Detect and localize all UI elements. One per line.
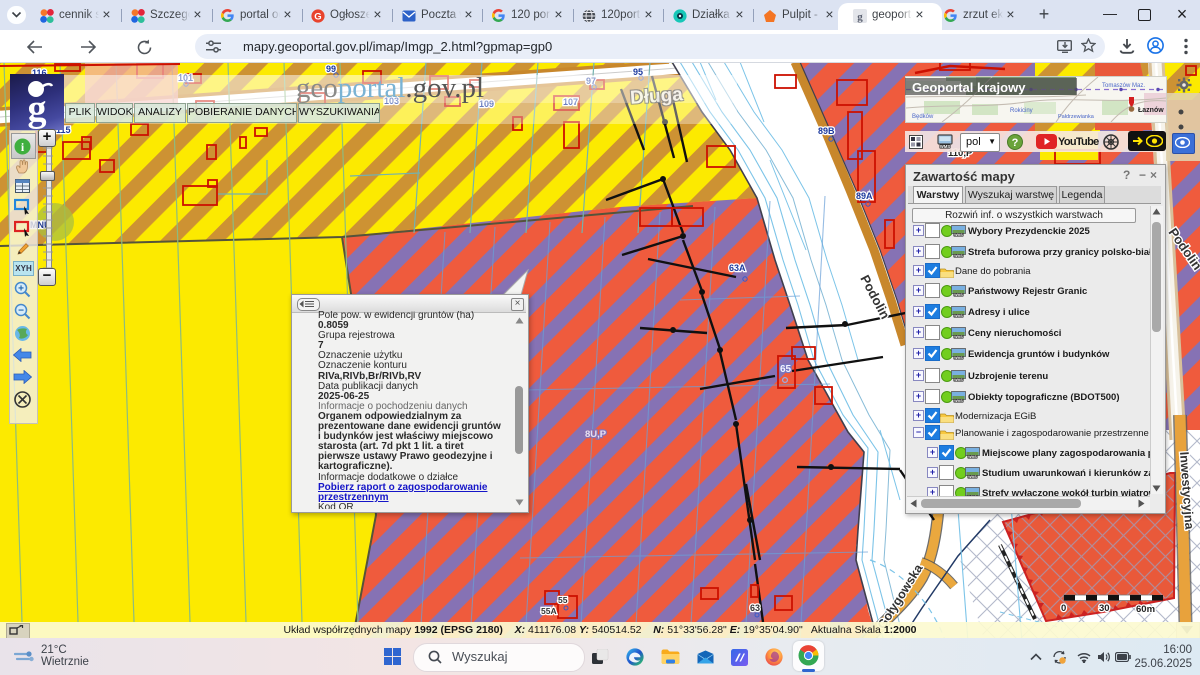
svg-text:g: g xyxy=(28,88,47,130)
svg-text:Łaznów: Łaznów xyxy=(1138,107,1164,114)
svg-text:63: 63 xyxy=(750,603,760,613)
svg-text:?: ? xyxy=(1012,137,1019,149)
svg-text:30: 30 xyxy=(1099,603,1110,614)
svg-text:65: 65 xyxy=(780,364,792,375)
svg-text:89B: 89B xyxy=(818,126,835,136)
svg-text:+: + xyxy=(18,284,24,295)
svg-text:55A: 55A xyxy=(541,606,557,616)
svg-text:WMS: WMS xyxy=(954,335,963,339)
svg-text:Będków: Będków xyxy=(912,114,934,120)
svg-text:8U,P: 8U,P xyxy=(585,429,607,440)
svg-text:WMS: WMS xyxy=(968,455,977,459)
svg-text:WMS: WMS xyxy=(954,378,963,382)
svg-text:WMS: WMS xyxy=(954,254,963,258)
svg-text:Pałdrzewianka: Pałdrzewianka xyxy=(1058,114,1095,120)
svg-text:89A: 89A xyxy=(856,191,873,201)
svg-text:WMS: WMS xyxy=(954,293,963,297)
svg-text:WMS: WMS xyxy=(954,356,963,360)
svg-text:WMS: WMS xyxy=(968,475,977,479)
svg-text:63A: 63A xyxy=(729,263,746,273)
svg-text:55: 55 xyxy=(558,595,568,605)
svg-text:g: g xyxy=(857,11,863,23)
svg-text:WMS: WMS xyxy=(954,314,963,318)
svg-text:Rokiciny: Rokiciny xyxy=(1010,108,1033,114)
svg-text:60m: 60m xyxy=(1136,604,1155,615)
svg-text:0: 0 xyxy=(1061,603,1066,614)
svg-text:WMS: WMS xyxy=(940,144,950,149)
svg-text:Tomaszów Maz.: Tomaszów Maz. xyxy=(1102,83,1145,89)
svg-text:−: − xyxy=(18,306,24,317)
svg-text:WMS: WMS xyxy=(954,399,963,403)
svg-text:WMS: WMS xyxy=(954,233,963,237)
svg-text:G: G xyxy=(314,11,321,22)
